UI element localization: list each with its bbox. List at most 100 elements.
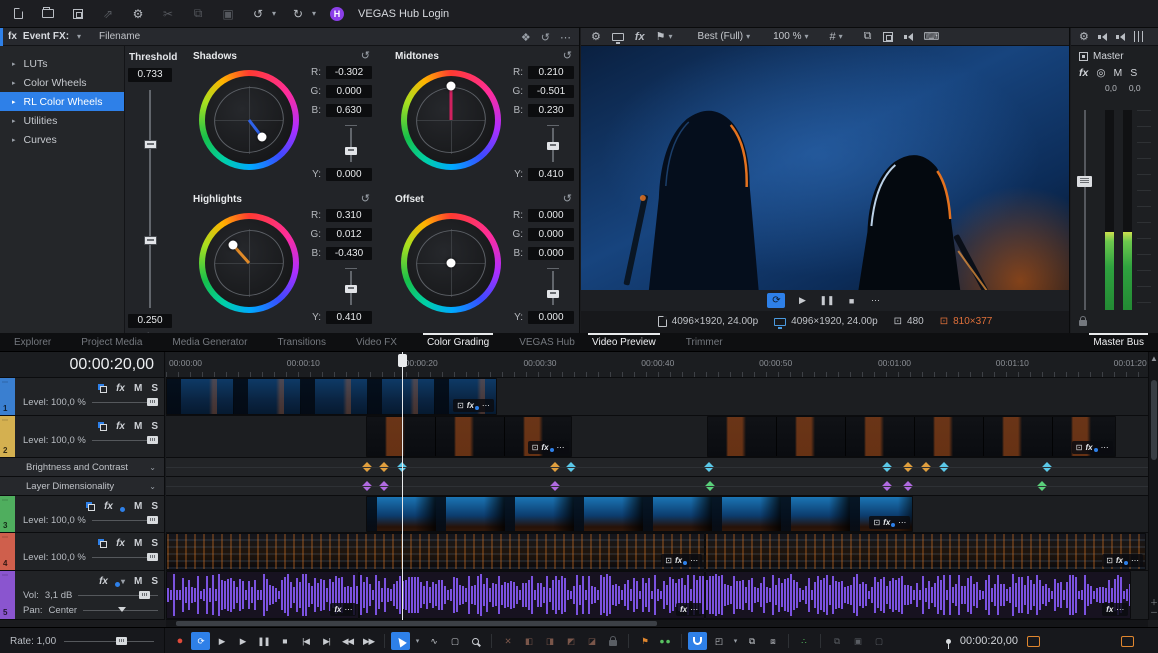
track-fx-button[interactable]: fx (116, 421, 125, 432)
reset-chain-icon[interactable]: ↺ (541, 31, 550, 44)
video-event[interactable]: ⊡fx⋯ (166, 533, 705, 570)
play-from-start-button[interactable]: ▶ (212, 632, 231, 650)
audio-track-lane[interactable]: fx⋯fx⋯fx⋯ (166, 571, 1148, 620)
compositing-mode-icon[interactable] (98, 422, 107, 431)
sidebar-item-curves[interactable]: ▸Curves (0, 130, 124, 149)
threshold-high-value[interactable]: 0.733 (128, 68, 172, 82)
keyframe-diamond[interactable] (882, 462, 892, 472)
wheel-reset-icon[interactable]: ↺ (563, 192, 572, 205)
snap-button[interactable] (688, 632, 707, 650)
tab-video-fx[interactable]: Video FX (352, 333, 401, 352)
properties-gear-icon[interactable]: ⚙ (130, 6, 146, 22)
wheel-g-value[interactable]: 0.012 (326, 228, 372, 241)
keyframe-diamond[interactable] (903, 481, 913, 491)
track-fx-button[interactable]: fx (116, 383, 125, 394)
slide-button[interactable]: ◪ (582, 632, 601, 650)
wheel-b-value[interactable]: 0.630 (326, 104, 372, 117)
timeline-vertical-scrollbar[interactable]: ▲ ＋ － (1148, 352, 1158, 620)
track-solo-button[interactable]: S (151, 538, 158, 549)
event-more-icon[interactable]: ⋯ (1131, 556, 1139, 565)
timeline-horizontal-scrollbar[interactable] (166, 620, 1148, 627)
master-fader[interactable] (1084, 110, 1086, 310)
y-slider-handle[interactable] (345, 285, 357, 293)
trim-end-button[interactable]: ◨ (540, 632, 559, 650)
external-monitor-toggle-icon[interactable] (1121, 636, 1134, 647)
master-solo-button[interactable]: S (1130, 67, 1137, 79)
master-fader-handle[interactable] (1077, 176, 1092, 187)
sidebar-item-luts[interactable]: ▸LUTs (0, 54, 124, 73)
preview-more-icon[interactable]: ⋯ (869, 295, 883, 306)
master-lock-icon[interactable] (1079, 320, 1087, 326)
copy-snapshot-icon[interactable]: ⧉ (864, 30, 872, 43)
video-event[interactable]: ⊡fx⋯ (166, 378, 497, 415)
compositing-mode-icon[interactable] (86, 502, 95, 511)
keyframe-diamond[interactable] (379, 481, 389, 491)
threshold-high-handle[interactable] (144, 140, 157, 149)
tab-vegas-hub[interactable]: VEGAS Hub (515, 333, 579, 352)
track-5-color-strip[interactable]: ⋯5 (0, 571, 15, 619)
palette-icon[interactable]: ❖ (521, 31, 531, 44)
record-button[interactable]: ● (170, 632, 189, 650)
hscroll-thumb[interactable] (176, 621, 657, 626)
wheel-y-value[interactable]: 0.000 (326, 168, 372, 181)
event-fx-icon[interactable]: fx (675, 556, 682, 565)
color-wheel[interactable] (401, 70, 501, 170)
event-more-icon[interactable]: ⋯ (690, 556, 698, 565)
y-slider-handle[interactable] (547, 290, 559, 298)
fx-dropdown-icon[interactable]: ▾ (121, 577, 125, 586)
video-event[interactable]: ⊡fx⋯ (705, 533, 1146, 570)
automation-row-brightness[interactable]: Brightness and Contrast ⌄ (0, 458, 164, 477)
event-more-icon[interactable]: ⋯ (1101, 443, 1109, 452)
track-header-1[interactable]: ⋯1 fx M S Level: 100,0 % (0, 378, 164, 416)
keyboard-icon[interactable]: ⌨ (924, 30, 940, 43)
ripple-dropdown[interactable]: ▾ (730, 632, 740, 650)
event-crop-icon[interactable]: ⊡ (1076, 443, 1083, 452)
save-snapshot-icon[interactable] (883, 32, 893, 42)
track-mute-button[interactable]: M (134, 421, 142, 432)
trim-start-button[interactable]: ◧ (519, 632, 538, 650)
track-fx-button[interactable]: fx (116, 538, 125, 549)
play-button[interactable]: ▶ (233, 632, 252, 650)
event-fx-icon[interactable]: fx (541, 443, 548, 452)
track-fx-button[interactable]: fx (104, 501, 113, 512)
track-mute-button[interactable]: M (134, 576, 142, 587)
track-level-slider[interactable] (92, 440, 158, 441)
zoom-out-icon[interactable]: － (1149, 607, 1158, 618)
tab-project-media[interactable]: Project Media (77, 333, 146, 352)
event-fx-icon[interactable]: fx (334, 605, 341, 614)
event-fx-icon[interactable]: fx (1116, 556, 1123, 565)
select-tool-button[interactable] (391, 632, 410, 650)
tab-transitions[interactable]: Transitions (273, 333, 330, 352)
video-output-fx-icon[interactable]: fx (635, 31, 645, 43)
marker-pin-icon[interactable] (946, 639, 951, 644)
keyframe-diamond[interactable] (903, 462, 913, 472)
wheel-handle[interactable] (229, 241, 238, 250)
wheel-y-slider[interactable] (350, 128, 352, 162)
track-level-slider[interactable] (92, 520, 158, 521)
split-button[interactable]: ✕ (498, 632, 517, 650)
stop-button[interactable]: ■ (275, 632, 294, 650)
chevron-down-icon[interactable]: ⌄ (149, 463, 156, 472)
track-3-color-strip[interactable]: ⋯3 (0, 496, 15, 532)
sidebar-item-color-wheels[interactable]: ▸Color Wheels (0, 73, 124, 92)
track-2-lane[interactable]: ⊡fx⋯⊡fx⋯ (166, 416, 1148, 458)
tab-master-bus[interactable]: Master Bus (1089, 333, 1148, 352)
chevron-down-icon[interactable]: ⌄ (149, 482, 156, 491)
track-solo-button[interactable]: S (151, 421, 158, 432)
preview-audio-icon[interactable] (904, 33, 913, 41)
layer-automation-lane[interactable] (166, 477, 1148, 496)
keyframe-diamond[interactable] (705, 481, 715, 491)
wheel-b-value[interactable]: 0.230 (528, 104, 574, 117)
fast-forward-button[interactable]: ▶▶ (359, 632, 378, 650)
color-wheel[interactable] (401, 213, 501, 313)
playhead-head[interactable] (398, 354, 407, 367)
track-solo-button[interactable]: S (151, 501, 158, 512)
lock-event-button[interactable] (603, 632, 622, 650)
keyframe-diamond[interactable] (1042, 462, 1052, 472)
new-project-icon[interactable] (10, 6, 26, 22)
track-header-5[interactable]: ⋯5 fx ▾ M S Vol: 3,1 dB Pan: (0, 571, 164, 620)
volume-slider[interactable] (78, 595, 158, 596)
event-fx-icon[interactable]: fx (467, 401, 474, 410)
track-mute-button[interactable]: M (134, 501, 142, 512)
preview-pause-button[interactable]: ❚❚ (819, 295, 834, 306)
